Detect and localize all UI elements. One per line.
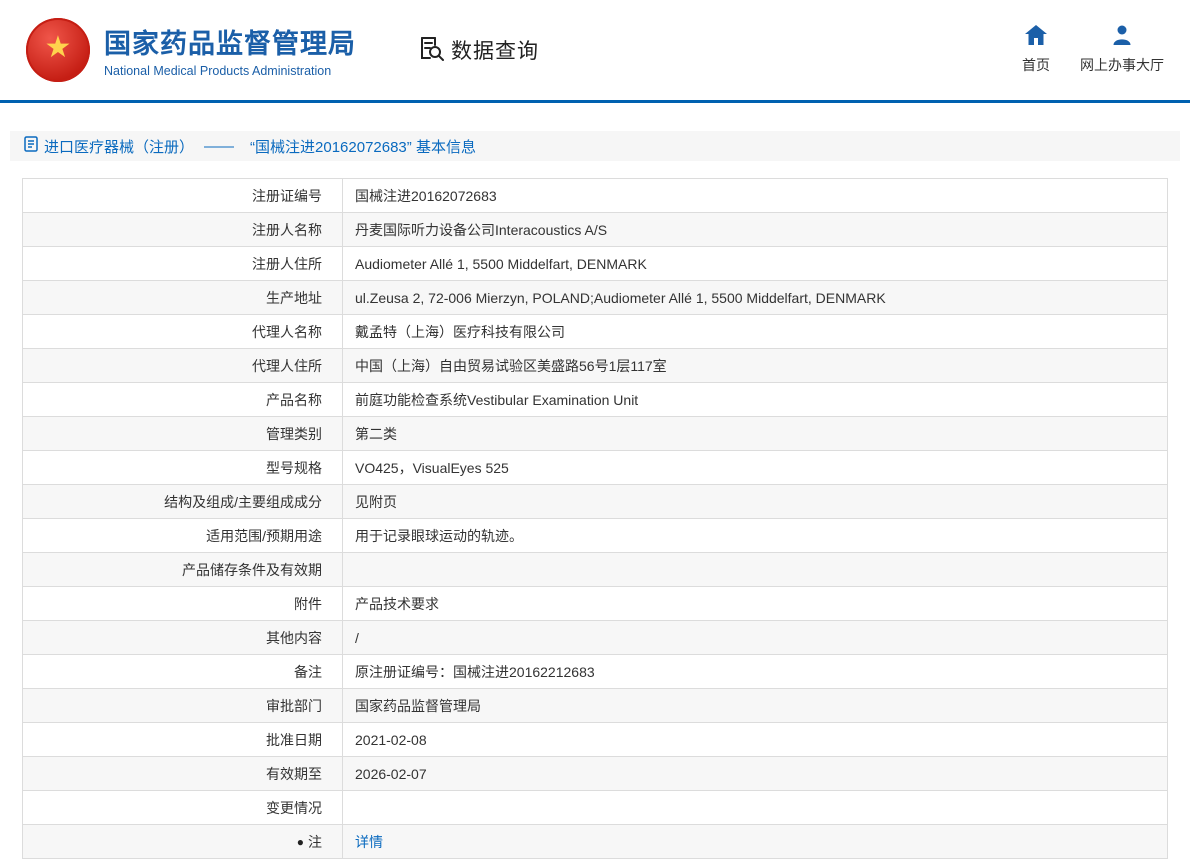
table-row: 注册人住所Audiometer Allé 1, 5500 Middelfart,…: [23, 247, 1168, 281]
row-label: 备注: [23, 655, 343, 689]
info-table-body: 注册证编号国械注进20162072683注册人名称丹麦国际听力设备公司Inter…: [23, 179, 1168, 859]
header-nav: 首页 网上办事大厅: [1022, 25, 1164, 75]
row-label: 代理人名称: [23, 315, 343, 349]
table-row: 生产地址ul.Zeusa 2, 72-006 Mierzyn, POLAND;A…: [23, 281, 1168, 315]
table-row: 产品名称前庭功能检查系统Vestibular Examination Unit: [23, 383, 1168, 417]
table-row: 产品储存条件及有效期: [23, 553, 1168, 587]
table-row: 有效期至2026-02-07: [23, 757, 1168, 791]
row-label: 管理类别: [23, 417, 343, 451]
document-icon: [24, 136, 38, 157]
row-label: ●注: [23, 825, 343, 859]
row-value: 国械注进20162072683: [343, 179, 1168, 213]
site-header: ★ 国家药品监督管理局 National Medical Products Ad…: [0, 0, 1190, 100]
row-label: 产品储存条件及有效期: [23, 553, 343, 587]
table-row: 代理人名称戴孟特（上海）医疗科技有限公司: [23, 315, 1168, 349]
row-label: 代理人住所: [23, 349, 343, 383]
header-divider: [0, 100, 1190, 103]
row-value: 2026-02-07: [343, 757, 1168, 791]
breadcrumb: 进口医疗器械（注册） —— “国械注进20162072683” 基本信息: [10, 131, 1180, 161]
row-label: 产品名称: [23, 383, 343, 417]
table-row: 其他内容/: [23, 621, 1168, 655]
row-value: 2021-02-08: [343, 723, 1168, 757]
row-value: Audiometer Allé 1, 5500 Middelfart, DENM…: [343, 247, 1168, 281]
breadcrumb-dash: ——: [204, 138, 234, 155]
table-row: ●注详情: [23, 825, 1168, 859]
row-label: 附件: [23, 587, 343, 621]
registration-info-table: 注册证编号国械注进20162072683注册人名称丹麦国际听力设备公司Inter…: [22, 178, 1168, 859]
table-row: 型号规格VO425，VisualEyes 525: [23, 451, 1168, 485]
row-value: VO425，VisualEyes 525: [343, 451, 1168, 485]
row-label: 注册人名称: [23, 213, 343, 247]
row-label: 结构及组成/主要组成成分: [23, 485, 343, 519]
note-icon: ●: [297, 835, 304, 849]
data-query-label: 数据查询: [451, 35, 539, 65]
detail-link[interactable]: 详情: [355, 834, 383, 850]
row-value: 第二类: [343, 417, 1168, 451]
row-value: 戴孟特（上海）医疗科技有限公司: [343, 315, 1168, 349]
row-label: 生产地址: [23, 281, 343, 315]
org-name-cn: 国家药品监督管理局: [104, 22, 356, 61]
row-value: 详情: [343, 825, 1168, 859]
table-row: 代理人住所中国（上海）自由贸易试验区美盛路56号1层117室: [23, 349, 1168, 383]
row-label: 批准日期: [23, 723, 343, 757]
table-row: 变更情况: [23, 791, 1168, 825]
home-icon: [1025, 25, 1047, 50]
nav-home-label: 首页: [1022, 55, 1050, 75]
row-label: 变更情况: [23, 791, 343, 825]
star-icon: ★: [45, 33, 72, 63]
table-row: 附件产品技术要求: [23, 587, 1168, 621]
row-value: 国家药品监督管理局: [343, 689, 1168, 723]
row-value: 用于记录眼球运动的轨迹。: [343, 519, 1168, 553]
row-value: /: [343, 621, 1168, 655]
row-label: 审批部门: [23, 689, 343, 723]
row-label: 注册证编号: [23, 179, 343, 213]
table-row: 注册人名称丹麦国际听力设备公司Interacoustics A/S: [23, 213, 1168, 247]
table-row: 结构及组成/主要组成成分见附页: [23, 485, 1168, 519]
row-label: 型号规格: [23, 451, 343, 485]
row-value: 原注册证编号：国械注进20162212683: [343, 655, 1168, 689]
nmpa-logo-link[interactable]: ★ 国家药品监督管理局 National Medical Products Ad…: [26, 18, 356, 82]
row-value: 丹麦国际听力设备公司Interacoustics A/S: [343, 213, 1168, 247]
row-value: 产品技术要求: [343, 587, 1168, 621]
table-row: 注册证编号国械注进20162072683: [23, 179, 1168, 213]
document-search-icon: [418, 35, 444, 66]
table-row: 批准日期2021-02-08: [23, 723, 1168, 757]
nav-service-hall-label: 网上办事大厅: [1080, 55, 1164, 75]
table-row: 备注原注册证编号：国械注进20162212683: [23, 655, 1168, 689]
row-label: 其他内容: [23, 621, 343, 655]
page-title: “国械注进20162072683” 基本信息: [250, 136, 476, 157]
table-row: 适用范围/预期用途用于记录眼球运动的轨迹。: [23, 519, 1168, 553]
row-value: 见附页: [343, 485, 1168, 519]
row-label: 有效期至: [23, 757, 343, 791]
data-query-nav[interactable]: 数据查询: [418, 35, 539, 66]
nav-service-hall[interactable]: 网上办事大厅: [1080, 25, 1164, 75]
breadcrumb-category: 进口医疗器械（注册）: [44, 136, 194, 157]
row-value: [343, 791, 1168, 825]
row-value: 前庭功能检查系统Vestibular Examination Unit: [343, 383, 1168, 417]
table-row: 管理类别第二类: [23, 417, 1168, 451]
row-value: ul.Zeusa 2, 72-006 Mierzyn, POLAND;Audio…: [343, 281, 1168, 315]
table-row: 审批部门国家药品监督管理局: [23, 689, 1168, 723]
org-name-en: National Medical Products Administration: [104, 64, 356, 78]
row-value: [343, 553, 1168, 587]
row-label: 适用范围/预期用途: [23, 519, 343, 553]
row-label: 注册人住所: [23, 247, 343, 281]
nav-home[interactable]: 首页: [1022, 25, 1050, 75]
user-icon: [1112, 25, 1132, 50]
row-value: 中国（上海）自由贸易试验区美盛路56号1层117室: [343, 349, 1168, 383]
national-emblem-icon: ★: [26, 18, 90, 82]
